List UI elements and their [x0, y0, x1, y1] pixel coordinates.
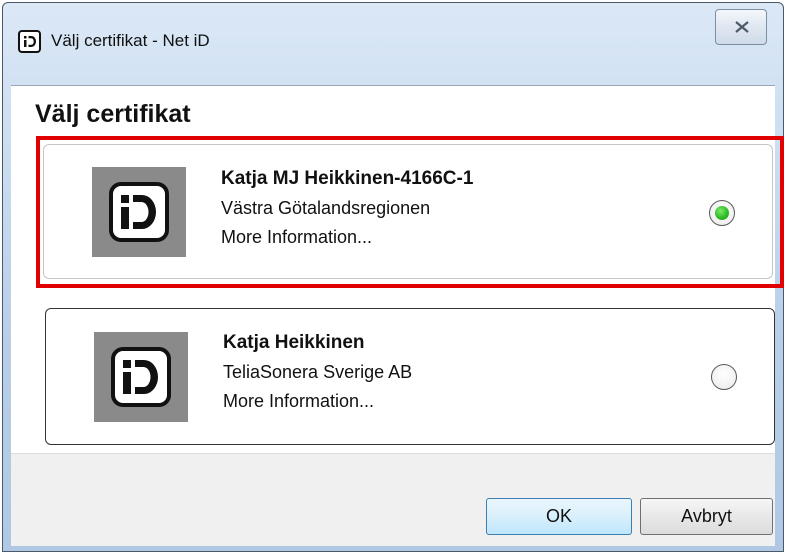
- more-information-link[interactable]: More Information...: [221, 227, 372, 248]
- cancel-button[interactable]: Avbryt: [640, 498, 773, 535]
- certificate-card-1[interactable]: Katja MJ Heikkinen-4166C-1 Västra Götala…: [43, 144, 773, 279]
- close-button[interactable]: [715, 9, 767, 45]
- certificate-issuer: Västra Götalandsregionen: [221, 198, 431, 218]
- title-bar: Välj certifikat - Net iD: [3, 3, 783, 85]
- close-icon: [735, 21, 749, 33]
- net-id-logo-icon: [111, 347, 171, 407]
- page-title: Välj certifikat: [35, 100, 191, 128]
- net-id-logo-icon: [18, 30, 41, 53]
- certificate-issuer: TeliaSonera Sverige AB: [223, 362, 413, 382]
- window-title: Välj certifikat - Net iD: [51, 31, 210, 50]
- certificate-radio-unselected[interactable]: [711, 364, 737, 390]
- net-id-logo-icon: [109, 182, 169, 242]
- more-information-link[interactable]: More Information...: [223, 391, 374, 412]
- certificate-name: Katja Heikkinen: [223, 332, 365, 353]
- certificate-name: Katja MJ Heikkinen-4166C-1: [221, 168, 474, 189]
- button-bar: OK Avbryt: [11, 453, 775, 546]
- net-id-logo: [92, 167, 186, 257]
- dialog-window: Välj certifikat - Net iD Välj certifikat…: [2, 2, 784, 552]
- net-id-logo: [94, 332, 188, 422]
- dialog-content: Välj certifikat Katja MJ Heikkinen-4166C…: [11, 85, 784, 453]
- certificate-radio-selected[interactable]: [709, 200, 735, 226]
- certificate-card-2[interactable]: Katja Heikkinen TeliaSonera Sverige AB M…: [45, 308, 775, 445]
- ok-button[interactable]: OK: [486, 498, 632, 535]
